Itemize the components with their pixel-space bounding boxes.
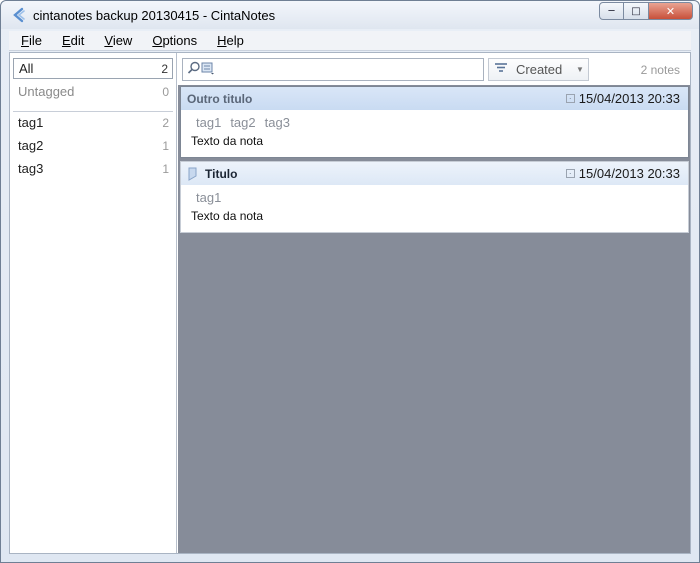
- note-tag[interactable]: tag2: [230, 115, 255, 130]
- sidebar-item-tag2[interactable]: tag2 1: [13, 135, 173, 156]
- menu-help[interactable]: Help: [207, 33, 254, 48]
- sidebar-item-label: All: [19, 61, 34, 76]
- search-icon[interactable]: [187, 61, 201, 78]
- menu-view[interactable]: View: [94, 33, 142, 48]
- menu-file-mnemonic: F: [21, 33, 29, 48]
- minimize-icon: ─: [608, 5, 615, 17]
- notes-pane: Created ▼ 2 notes Outro titulo · 15/04/2…: [178, 53, 690, 553]
- menu-options-mnemonic: O: [152, 33, 163, 48]
- sidebar-item-tag3[interactable]: tag3 1: [13, 158, 173, 179]
- note-tag[interactable]: tag3: [265, 115, 290, 130]
- search-input[interactable]: [219, 60, 483, 79]
- sort-dropdown[interactable]: Created ▼: [488, 58, 589, 81]
- note-card[interactable]: Titulo · 15/04/2013 20:33 tag1 Texto da …: [180, 161, 689, 233]
- cintanotes-app-icon: [9, 6, 27, 24]
- note-body: Texto da nota: [191, 209, 264, 223]
- clock-icon: ·: [565, 94, 575, 103]
- menu-view-label: iew: [112, 33, 133, 48]
- sidebar-item-label: tag2: [18, 138, 44, 153]
- sidebar-item-count: 2: [162, 115, 169, 130]
- menu-help-label: elp: [226, 33, 244, 48]
- minimize-button[interactable]: ─: [599, 2, 624, 20]
- menu-edit-mnemonic: E: [61, 33, 71, 48]
- note-tags: tag1: [181, 185, 688, 209]
- sidebar-item-all[interactable]: All 2: [13, 58, 173, 79]
- search-scope-icon[interactable]: [201, 61, 215, 78]
- sidebar-item-count: 1: [162, 138, 169, 153]
- menu-file[interactable]: File: [11, 33, 52, 48]
- sidebar-item-untagged[interactable]: Untagged 0: [13, 81, 173, 102]
- search-box[interactable]: [182, 58, 484, 81]
- sort-order-icon: [494, 62, 508, 77]
- close-button[interactable]: ✕: [649, 2, 693, 20]
- note-tag[interactable]: tag1: [196, 190, 221, 205]
- sidebar-item-count: 0: [162, 84, 169, 99]
- sidebar-item-tag1[interactable]: tag1 2: [13, 112, 173, 133]
- title-bar[interactable]: cintanotes backup 20130415 - CintaNotes …: [1, 1, 699, 29]
- note-tags: tag1 tag2 tag3: [181, 110, 688, 134]
- note-date: 15/04/2013 20:33: [578, 91, 680, 106]
- note-header: Titulo · 15/04/2013 20:33: [181, 162, 688, 185]
- maximize-button[interactable]: □: [624, 2, 649, 20]
- menu-edit-label: dit: [70, 33, 85, 48]
- menu-edit[interactable]: Edit: [52, 33, 94, 48]
- note-card[interactable]: Outro titulo · 15/04/2013 20:33 tag1 tag…: [180, 86, 689, 158]
- sidebar-item-label: tag3: [18, 161, 44, 176]
- sort-selected-value: Created: [516, 62, 563, 77]
- note-body: Texto da nota: [191, 134, 264, 148]
- sidebar-item-label: Untagged: [18, 84, 75, 99]
- menu-view-mnemonic: V: [104, 33, 113, 48]
- tag-sidebar: All 2 Untagged 0 tag1 2 tag2 1 tag3 1: [10, 53, 177, 553]
- link-pin-icon: [187, 167, 199, 181]
- menu-help-mnemonic: H: [217, 33, 227, 48]
- sidebar-item-count: 2: [161, 61, 168, 76]
- notes-toolbar: Created ▼ 2 notes: [178, 53, 690, 85]
- note-title: Titulo: [205, 166, 238, 181]
- window-controls: ─ □ ✕: [599, 2, 693, 20]
- menu-options[interactable]: Options: [142, 33, 207, 48]
- clock-icon: ·: [565, 169, 575, 178]
- app-window: cintanotes backup 20130415 - CintaNotes …: [0, 0, 700, 563]
- sidebar-item-count: 1: [162, 161, 169, 176]
- sidebar-item-label: tag1: [18, 115, 44, 130]
- note-tag[interactable]: tag1: [196, 115, 221, 130]
- close-icon: ✕: [665, 4, 676, 18]
- client-area: All 2 Untagged 0 tag1 2 tag2 1 tag3 1 Cr…: [9, 52, 691, 554]
- chevron-down-icon: ▼: [576, 65, 584, 74]
- note-title: Outro titulo: [187, 91, 253, 106]
- menu-bar: File Edit View Options Help: [9, 31, 691, 51]
- note-date: 15/04/2013 20:33: [578, 166, 680, 181]
- notes-count: 2 notes: [640, 63, 680, 77]
- note-header: Outro titulo · 15/04/2013 20:33: [181, 87, 688, 110]
- maximize-icon: □: [631, 5, 641, 17]
- menu-options-label: ptions: [162, 33, 198, 48]
- menu-file-label: ile: [28, 33, 42, 48]
- window-title: cintanotes backup 20130415 - CintaNotes: [33, 7, 276, 23]
